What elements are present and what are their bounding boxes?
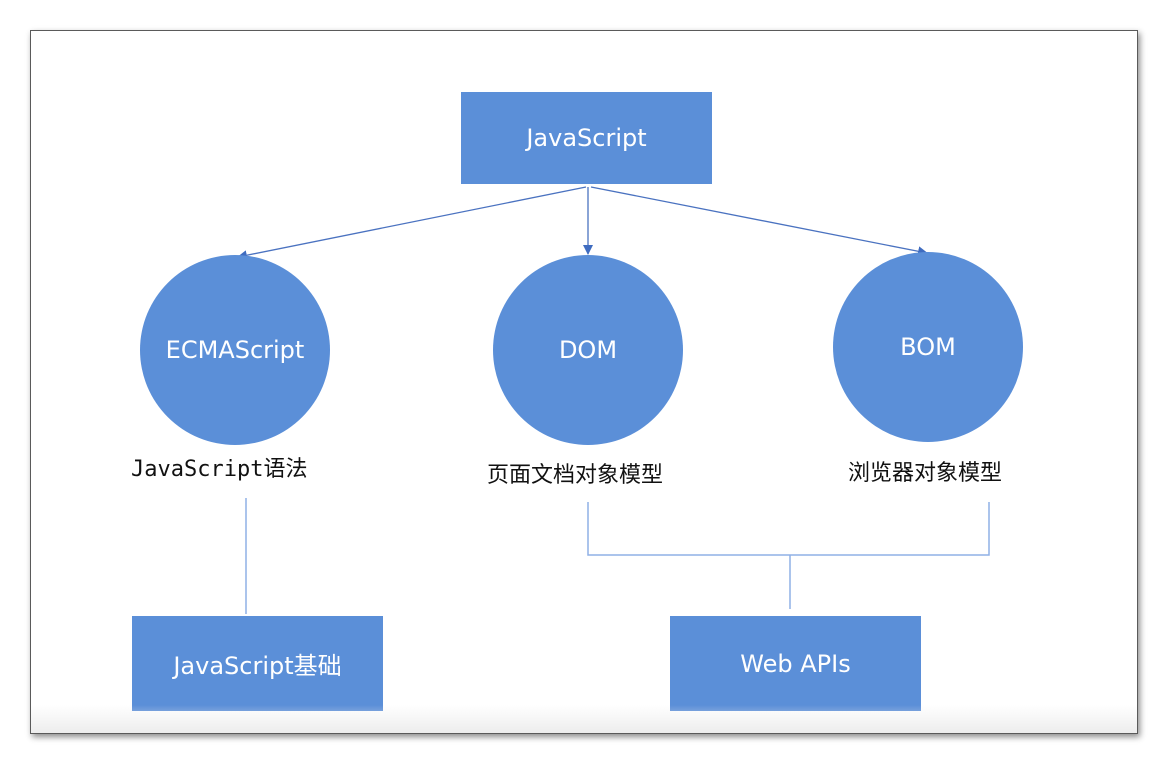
arrow-to-bom [590,186,928,257]
dom-caption: 页面文档对象模型 [487,463,664,488]
javascript-basics-label: JavaScript基础 [173,652,342,680]
bom-node: BOM [833,252,1023,442]
bom-label: BOM [900,333,956,361]
ecmascript-caption-cjk: 语法 [263,457,308,482]
web-apis-label: Web APIs [740,649,851,678]
ecmascript-caption-mono: JavaScript [131,457,264,482]
arrow-to-ecmascript [237,186,587,261]
ecmascript-label: ECMAScript [165,336,305,364]
web-apis-node: Web APIs [670,616,921,711]
dom-label: DOM [558,336,618,364]
javascript-basics-node: JavaScript基础 [132,616,383,711]
ecmascript-node: ECMAScript [140,255,330,445]
dom-node: DOM [493,255,683,445]
connector-dom-bom-to-webapis [587,502,990,556]
javascript-root-label: JavaScript [526,124,647,152]
javascript-root-node: JavaScript [461,92,712,184]
diagram-frame: JavaScript ECMAScript JavaScript语法 DOM 页… [30,30,1138,734]
bom-caption: 浏览器对象模型 [848,461,1003,486]
ecmascript-caption: JavaScript语法 [131,451,307,483]
